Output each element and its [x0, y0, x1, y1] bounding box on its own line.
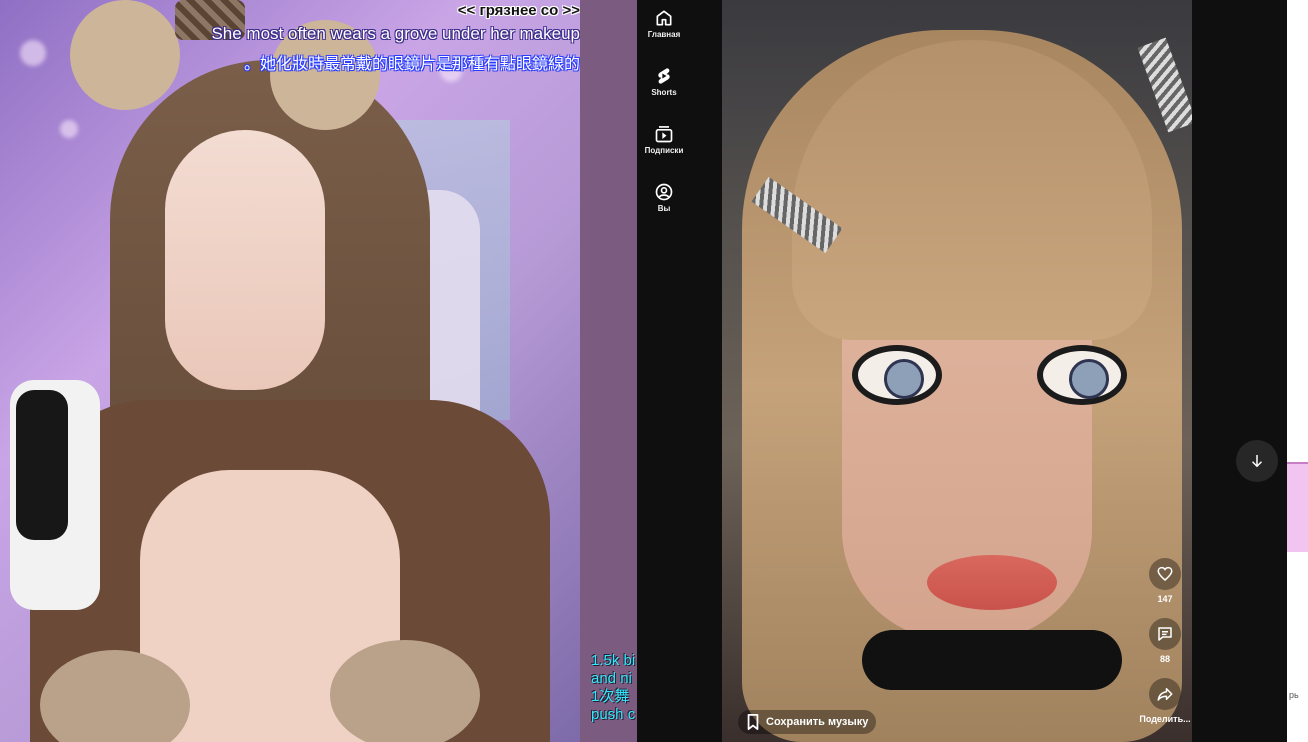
bokeh-light — [20, 40, 46, 66]
sidebar-item-label: Подписки — [644, 146, 684, 155]
video-eye-left — [852, 345, 942, 405]
like-count: 147 — [1157, 594, 1173, 604]
background-window-titlebar — [1287, 462, 1308, 552]
chat-line: 1次舞 — [591, 688, 630, 705]
comment-count: 88 — [1159, 654, 1170, 664]
save-music-label: Сохранить музыку — [766, 716, 869, 728]
next-video-button[interactable] — [1236, 440, 1278, 482]
sidebar-item-home[interactable]: Главная — [637, 8, 691, 39]
sidebar-item-label: Shorts — [651, 88, 677, 97]
chat-line: 1.5k bi — [591, 652, 636, 669]
sidebar-item-you[interactable]: Вы — [637, 182, 691, 213]
sidebar-item-label: Вы — [657, 204, 671, 213]
chat-line: push c — [591, 706, 636, 723]
share-label: Поделить... — [1139, 714, 1191, 724]
background-window-edge: рь — [1287, 0, 1308, 742]
purple-gap — [580, 0, 637, 742]
livestream-video[interactable]: << грязнее со >> She most often wears a … — [0, 0, 580, 742]
caption-russian: << грязнее со >> — [457, 2, 580, 19]
subscriptions-icon — [655, 126, 673, 143]
sidebar-item-label: Главная — [647, 30, 681, 39]
chat-line: and ni — [591, 670, 632, 687]
sidebar-item-shorts[interactable]: Shorts — [637, 66, 691, 97]
comments-button[interactable]: 88 — [1135, 618, 1195, 664]
arrow-down-icon — [1251, 455, 1263, 468]
video-eye-right — [1037, 345, 1127, 405]
shorts-video-player[interactable] — [722, 0, 1192, 742]
like-button[interactable]: 147 — [1135, 558, 1195, 604]
save-music-button[interactable]: Сохранить музыку — [738, 710, 877, 734]
account-icon — [655, 183, 673, 201]
bear-paw-right — [330, 640, 480, 742]
sidebar-item-subscriptions[interactable]: Подписки — [637, 124, 691, 155]
heart-icon — [1157, 566, 1173, 581]
share-icon — [1157, 688, 1173, 701]
video-collar — [862, 630, 1122, 690]
youtube-right-area — [1192, 0, 1287, 742]
streamer-face — [165, 130, 325, 390]
bokeh-light — [60, 120, 78, 138]
caption-english: She most often wears a grove under her m… — [211, 24, 580, 43]
home-icon — [656, 10, 672, 26]
caption-chinese: 。她化妝時最常戴的眼鏡片是那種有點眼鏡線的 — [243, 56, 580, 73]
chat-overlay-text: 1.5k bi and ni 1次舞 push c — [591, 652, 637, 742]
youtube-gutter — [691, 0, 722, 742]
bookmark-icon — [747, 714, 759, 730]
background-window-text: рь — [1289, 690, 1299, 700]
shorts-icon — [658, 68, 670, 84]
bear-ear-left — [70, 0, 180, 110]
microphone — [10, 380, 100, 610]
screen: << грязнее со >> She most often wears a … — [0, 0, 1308, 742]
youtube-sidebar: Главная Shorts Подписки Вы — [637, 0, 691, 742]
share-button[interactable]: Поделить... — [1135, 678, 1195, 724]
comment-icon — [1158, 627, 1172, 641]
video-lips — [927, 555, 1057, 610]
